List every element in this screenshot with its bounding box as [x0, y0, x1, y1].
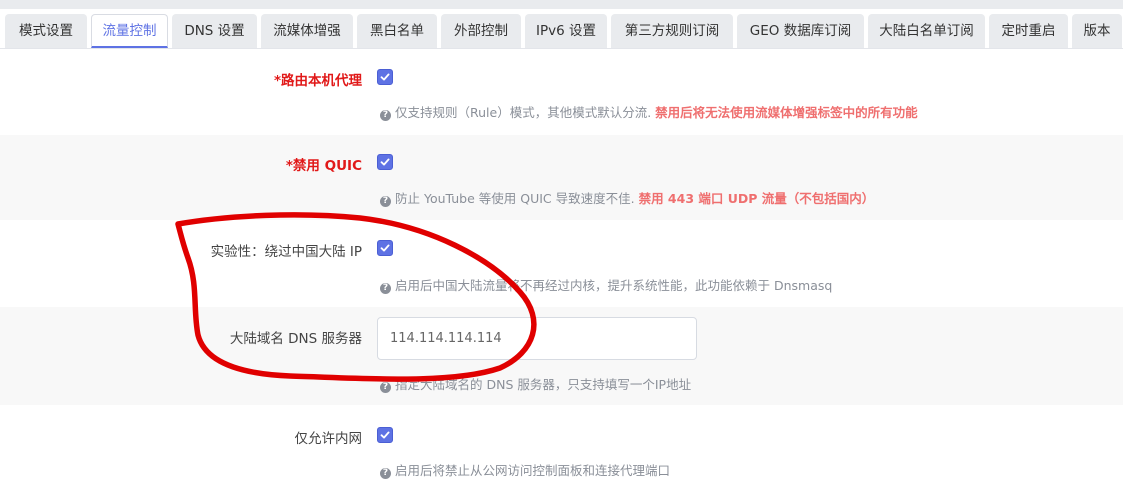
route-local-proxy-warning: 禁用后将无法使用流媒体增强标签中的所有功能 [655, 105, 918, 120]
tab-external-control[interactable]: 外部控制 [441, 14, 521, 48]
tab-black-white-list[interactable]: 黑白名单 [357, 14, 437, 48]
lan-only-checkbox[interactable] [377, 427, 393, 443]
disable-quic-label: *禁用 QUIC [285, 158, 362, 174]
tab-mode-settings[interactable]: 模式设置 [5, 14, 87, 48]
lan-only-help: ? 启用后将禁止从公网访问控制面板和连接代理端口 [380, 460, 670, 479]
tab-geo-database[interactable]: GEO 数据库订阅 [737, 14, 864, 48]
question-icon: ? [380, 283, 391, 294]
tab-bar-top-strip [0, 0, 1123, 9]
question-icon: ? [380, 382, 391, 393]
check-icon [380, 158, 390, 166]
tab-scheduled-restart[interactable]: 定时重启 [989, 14, 1068, 48]
setting-bypass-china-ip: 实验性：绕过中国大陆 IP ? 启用后中国大陆流量将不再经过内核，提升系统性能，此… [0, 220, 1123, 307]
tab-ipv6-settings[interactable]: IPv6 设置 [525, 14, 607, 48]
question-icon: ? [380, 110, 391, 121]
tab-dns-settings[interactable]: DNS 设置 [172, 14, 257, 48]
setting-disable-quic: *禁用 QUIC ? 防止 YouTube 等使用 QUIC 导致速度不佳. 禁用… [0, 135, 1123, 220]
bypass-china-ip-label: 实验性：绕过中国大陆 IP [210, 244, 362, 260]
question-icon: ? [380, 196, 391, 207]
route-local-proxy-label: *路由本机代理 [273, 73, 362, 89]
tab-list: 模式设置 流量控制 DNS 设置 流媒体增强 黑白名单 外部控制 IPv6 设置… [5, 14, 1123, 48]
check-icon [380, 73, 390, 81]
china-dns-server-help: ? 指定大陆域名的 DNS 服务器，只支持填写一个IP地址 [380, 374, 691, 393]
disable-quic-checkbox[interactable] [377, 154, 393, 170]
tab-version[interactable]: 版本 [1072, 14, 1122, 48]
tab-traffic-control[interactable]: 流量控制 [91, 14, 168, 48]
bypass-china-ip-checkbox[interactable] [377, 240, 393, 256]
tab-bar: 模式设置 流量控制 DNS 设置 流媒体增强 黑白名单 外部控制 IPv6 设置… [0, 0, 1123, 52]
route-local-proxy-checkbox[interactable] [377, 69, 393, 85]
tab-china-whitelist[interactable]: 大陆白名单订阅 [868, 14, 985, 48]
lan-only-label: 仅允许内网 [294, 431, 363, 447]
question-icon: ? [380, 468, 391, 479]
setting-route-local-proxy: *路由本机代理 ? 仅支持规则（Rule）模式，其他模式默认分流. 禁用后将无法使… [0, 52, 1123, 135]
setting-lan-only: 仅允许内网 ? 启用后将禁止从公网访问控制面板和连接代理端口 [0, 405, 1123, 494]
china-dns-server-label: 大陆域名 DNS 服务器 [229, 331, 362, 347]
disable-quic-warning: 禁用 443 端口 UDP 流量（不包括国内） [638, 191, 875, 206]
tab-third-party-rules[interactable]: 第三方规则订阅 [611, 14, 733, 48]
disable-quic-help: ? 防止 YouTube 等使用 QUIC 导致速度不佳. 禁用 443 端口 U… [380, 188, 874, 207]
check-icon [380, 431, 390, 439]
route-local-proxy-help: ? 仅支持规则（Rule）模式，其他模式默认分流. 禁用后将无法使用流媒体增强标签… [380, 102, 918, 121]
check-icon [380, 244, 390, 252]
bypass-china-ip-help: ? 启用后中国大陆流量将不再经过内核，提升系统性能，此功能依赖于 Dnsmasq [380, 275, 832, 294]
tab-streaming-enhance[interactable]: 流媒体增强 [261, 14, 353, 48]
setting-china-dns-server: 大陆域名 DNS 服务器 ?指定大陆域名的 DNS 服务器，只支持填写一个IP地… [0, 307, 1123, 405]
china-dns-server-input[interactable] [377, 317, 697, 360]
tab-bar-baseline [0, 48, 1123, 49]
